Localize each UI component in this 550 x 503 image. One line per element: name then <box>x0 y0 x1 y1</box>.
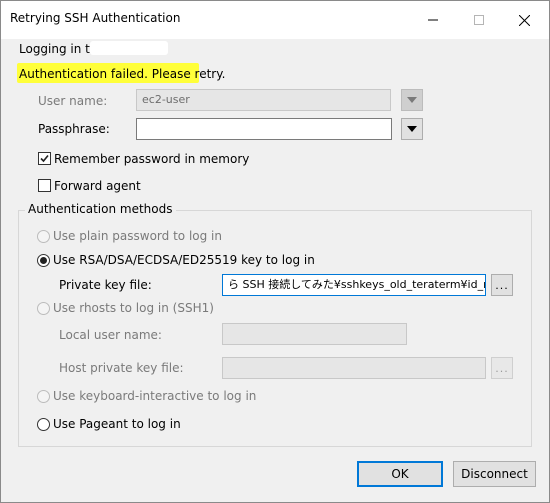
plain-password-label: Use plain password to log in <box>53 229 222 243</box>
auth-failed-message: Authentication failed. Please retry. <box>19 67 226 81</box>
title-bar: Retrying SSH Authentication <box>1 1 549 39</box>
user-name-label: User name: <box>38 94 108 108</box>
window-title: Retrying SSH Authentication <box>10 11 181 25</box>
redacted-host <box>90 41 168 55</box>
keyboard-interactive-label: Use keyboard-interactive to log in <box>53 389 257 403</box>
private-key-label: Private key file: <box>59 278 152 292</box>
user-name-input[interactable]: ec2-user <box>136 89 391 111</box>
local-user-label: Local user name: <box>59 328 162 342</box>
plain-password-radio[interactable] <box>37 230 50 243</box>
close-button[interactable] <box>501 1 547 39</box>
auth-methods-legend: Authentication methods <box>25 202 176 216</box>
forward-agent-label: Forward agent <box>54 179 141 193</box>
chevron-down-icon <box>407 97 417 103</box>
keyboard-interactive-radio[interactable] <box>37 390 50 403</box>
rhosts-radio[interactable] <box>37 302 50 315</box>
rsa-key-label: Use RSA/DSA/ECDSA/ED25519 key to log in <box>53 253 315 267</box>
chevron-down-icon <box>407 126 417 132</box>
private-key-input[interactable]: ら SSH 接続してみた¥sshkeys_old_teraterm¥id_rsa <box>222 274 486 296</box>
close-icon <box>518 14 530 26</box>
host-private-key-label: Host private key file: <box>59 361 184 375</box>
ssh-auth-dialog: Retrying SSH Authentication Logging in t… <box>0 0 550 503</box>
user-name-dropdown-button[interactable] <box>401 89 423 111</box>
radio-selected-dot <box>40 257 47 264</box>
rhosts-label: Use rhosts to log in (SSH1) <box>53 301 214 315</box>
forward-agent-checkbox[interactable] <box>38 179 51 192</box>
minimize-icon <box>428 19 438 21</box>
host-private-key-input[interactable] <box>222 357 486 379</box>
passphrase-label: Passphrase: <box>38 122 110 136</box>
ok-button[interactable]: OK <box>357 461 443 487</box>
disconnect-button[interactable]: Disconnect <box>453 461 536 487</box>
logging-in-label: Logging in to <box>19 42 98 56</box>
pageant-label: Use Pageant to log in <box>53 417 181 431</box>
minimize-button[interactable] <box>410 1 456 39</box>
rsa-key-radio[interactable] <box>37 254 50 267</box>
maximize-button[interactable] <box>456 1 502 39</box>
remember-password-checkbox[interactable] <box>38 152 51 165</box>
pageant-radio[interactable] <box>37 418 50 431</box>
checkmark-icon <box>40 154 49 163</box>
maximize-icon <box>474 15 484 25</box>
remember-password-label: Remember password in memory <box>54 152 250 166</box>
passphrase-dropdown-button[interactable] <box>401 118 423 140</box>
host-key-browse-button[interactable]: ... <box>491 357 513 379</box>
passphrase-input[interactable] <box>136 118 392 140</box>
local-user-input[interactable] <box>222 323 407 345</box>
private-key-browse-button[interactable]: ... <box>491 274 513 296</box>
